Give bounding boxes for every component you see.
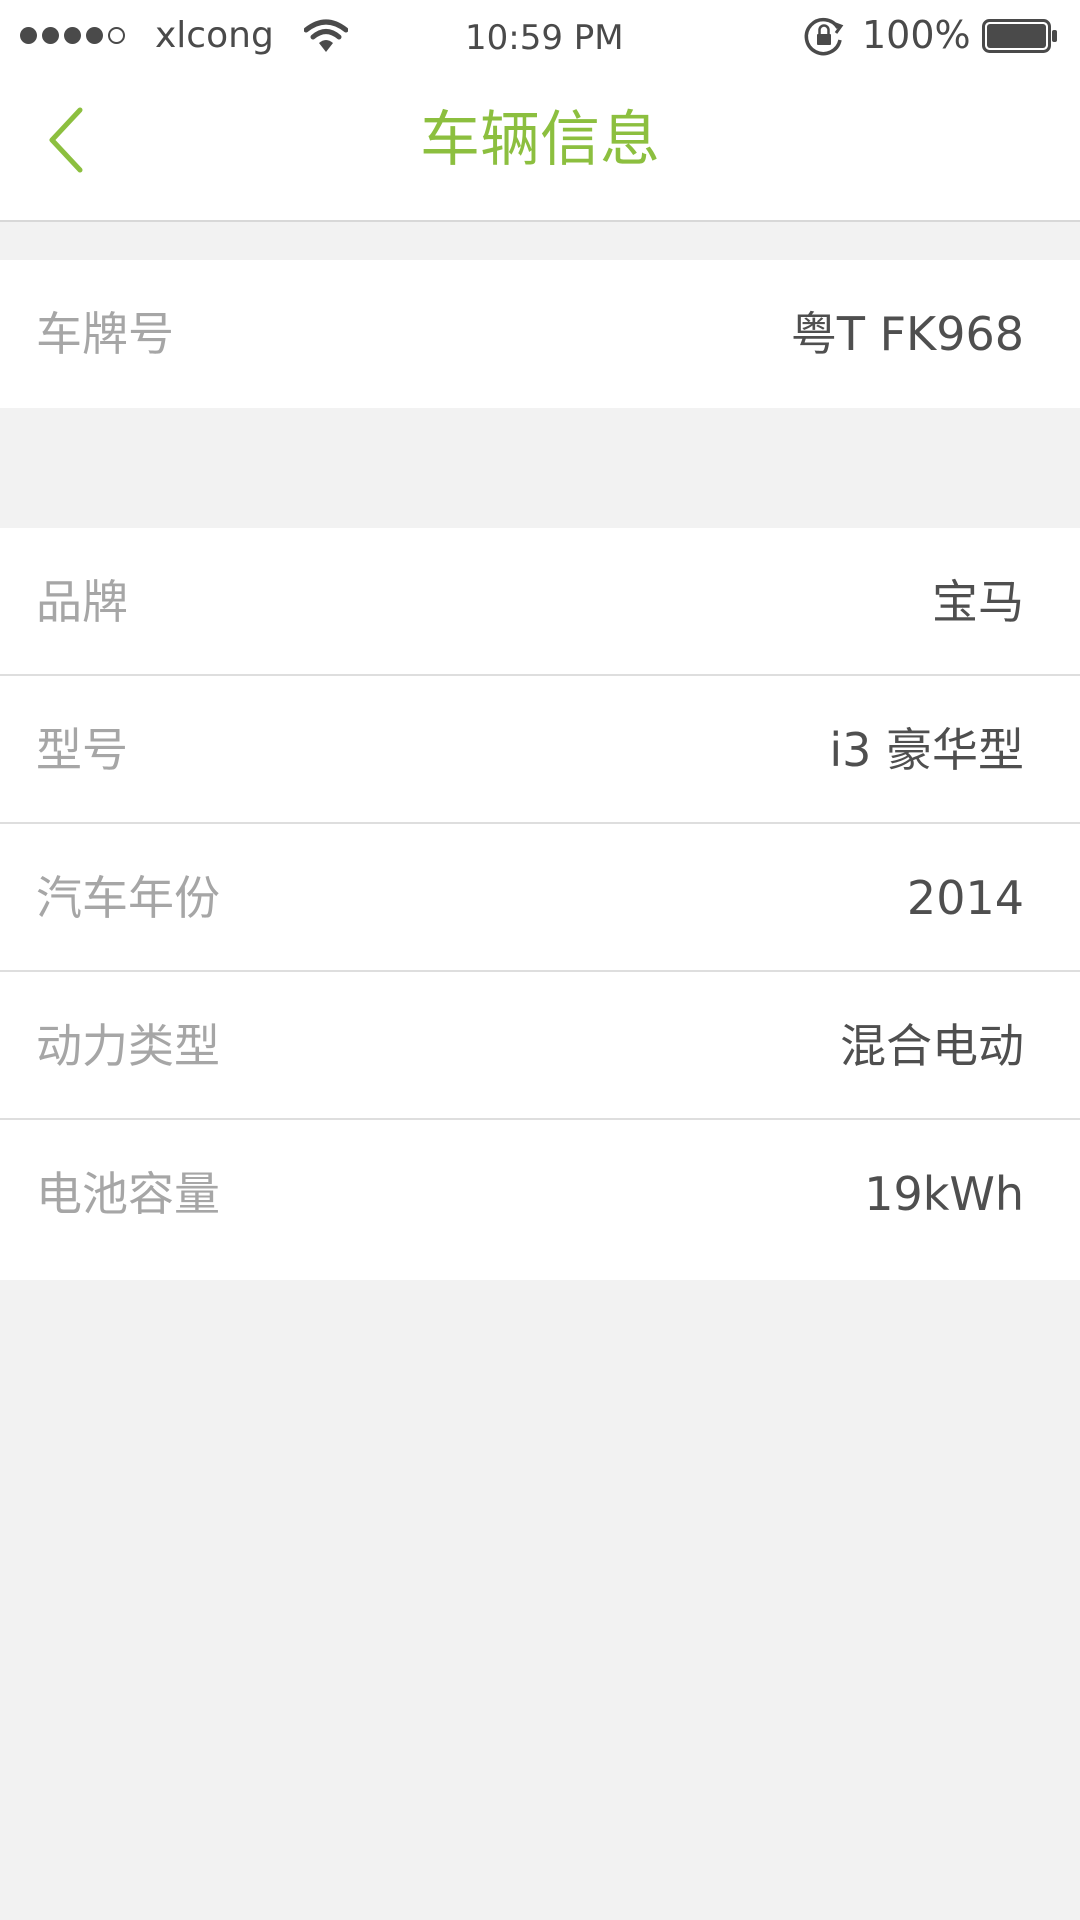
battery-percent: 100%: [862, 13, 971, 57]
signal-dot: [20, 27, 37, 44]
brand-value: 宝马: [932, 575, 1024, 629]
year-row[interactable]: 汽车年份 2014: [0, 824, 1080, 972]
power-type-label: 动力类型: [36, 1019, 220, 1073]
nav-bar: 车辆信息: [0, 72, 1080, 222]
model-value: i3 豪华型: [829, 723, 1024, 777]
vehicle-details-section: 品牌 宝马 型号 i3 豪华型 汽车年份 2014 动力类型 混合电动 电池容量…: [0, 528, 1080, 1280]
brand-row[interactable]: 品牌 宝马: [0, 528, 1080, 676]
signal-dot-empty: [108, 27, 125, 44]
year-label: 汽车年份: [36, 871, 220, 925]
plate-info-section: 车牌号 粤T FK968: [0, 260, 1080, 408]
signal-dot: [86, 27, 103, 44]
model-label: 型号: [36, 723, 128, 777]
wifi-icon: [304, 19, 348, 52]
plate-number-value: 粤T FK968: [790, 307, 1024, 361]
power-type-row[interactable]: 动力类型 混合电动: [0, 972, 1080, 1120]
signal-strength-icon: [20, 27, 125, 44]
battery-capacity-label: 电池容量: [36, 1167, 220, 1221]
battery-icon: [982, 19, 1057, 53]
carrier-name: xlcong: [155, 15, 274, 56]
year-value: 2014: [906, 871, 1024, 925]
plate-number-row[interactable]: 车牌号 粤T FK968: [0, 260, 1080, 408]
power-type-value: 混合电动: [840, 1019, 1024, 1073]
model-row[interactable]: 型号 i3 豪华型: [0, 676, 1080, 824]
status-bar: xlcong 10:59 PM 100%: [0, 0, 1080, 72]
rotation-lock-icon: [804, 17, 844, 56]
page-title: 车辆信息: [420, 105, 660, 175]
signal-dot: [42, 27, 59, 44]
battery-capacity-value: 19kWh: [864, 1167, 1024, 1221]
status-time: 10:59 PM: [465, 18, 624, 58]
battery-capacity-row[interactable]: 电池容量 19kWh: [0, 1120, 1080, 1280]
signal-dot: [64, 27, 81, 44]
plate-number-label: 车牌号: [36, 307, 174, 361]
brand-label: 品牌: [36, 575, 128, 629]
